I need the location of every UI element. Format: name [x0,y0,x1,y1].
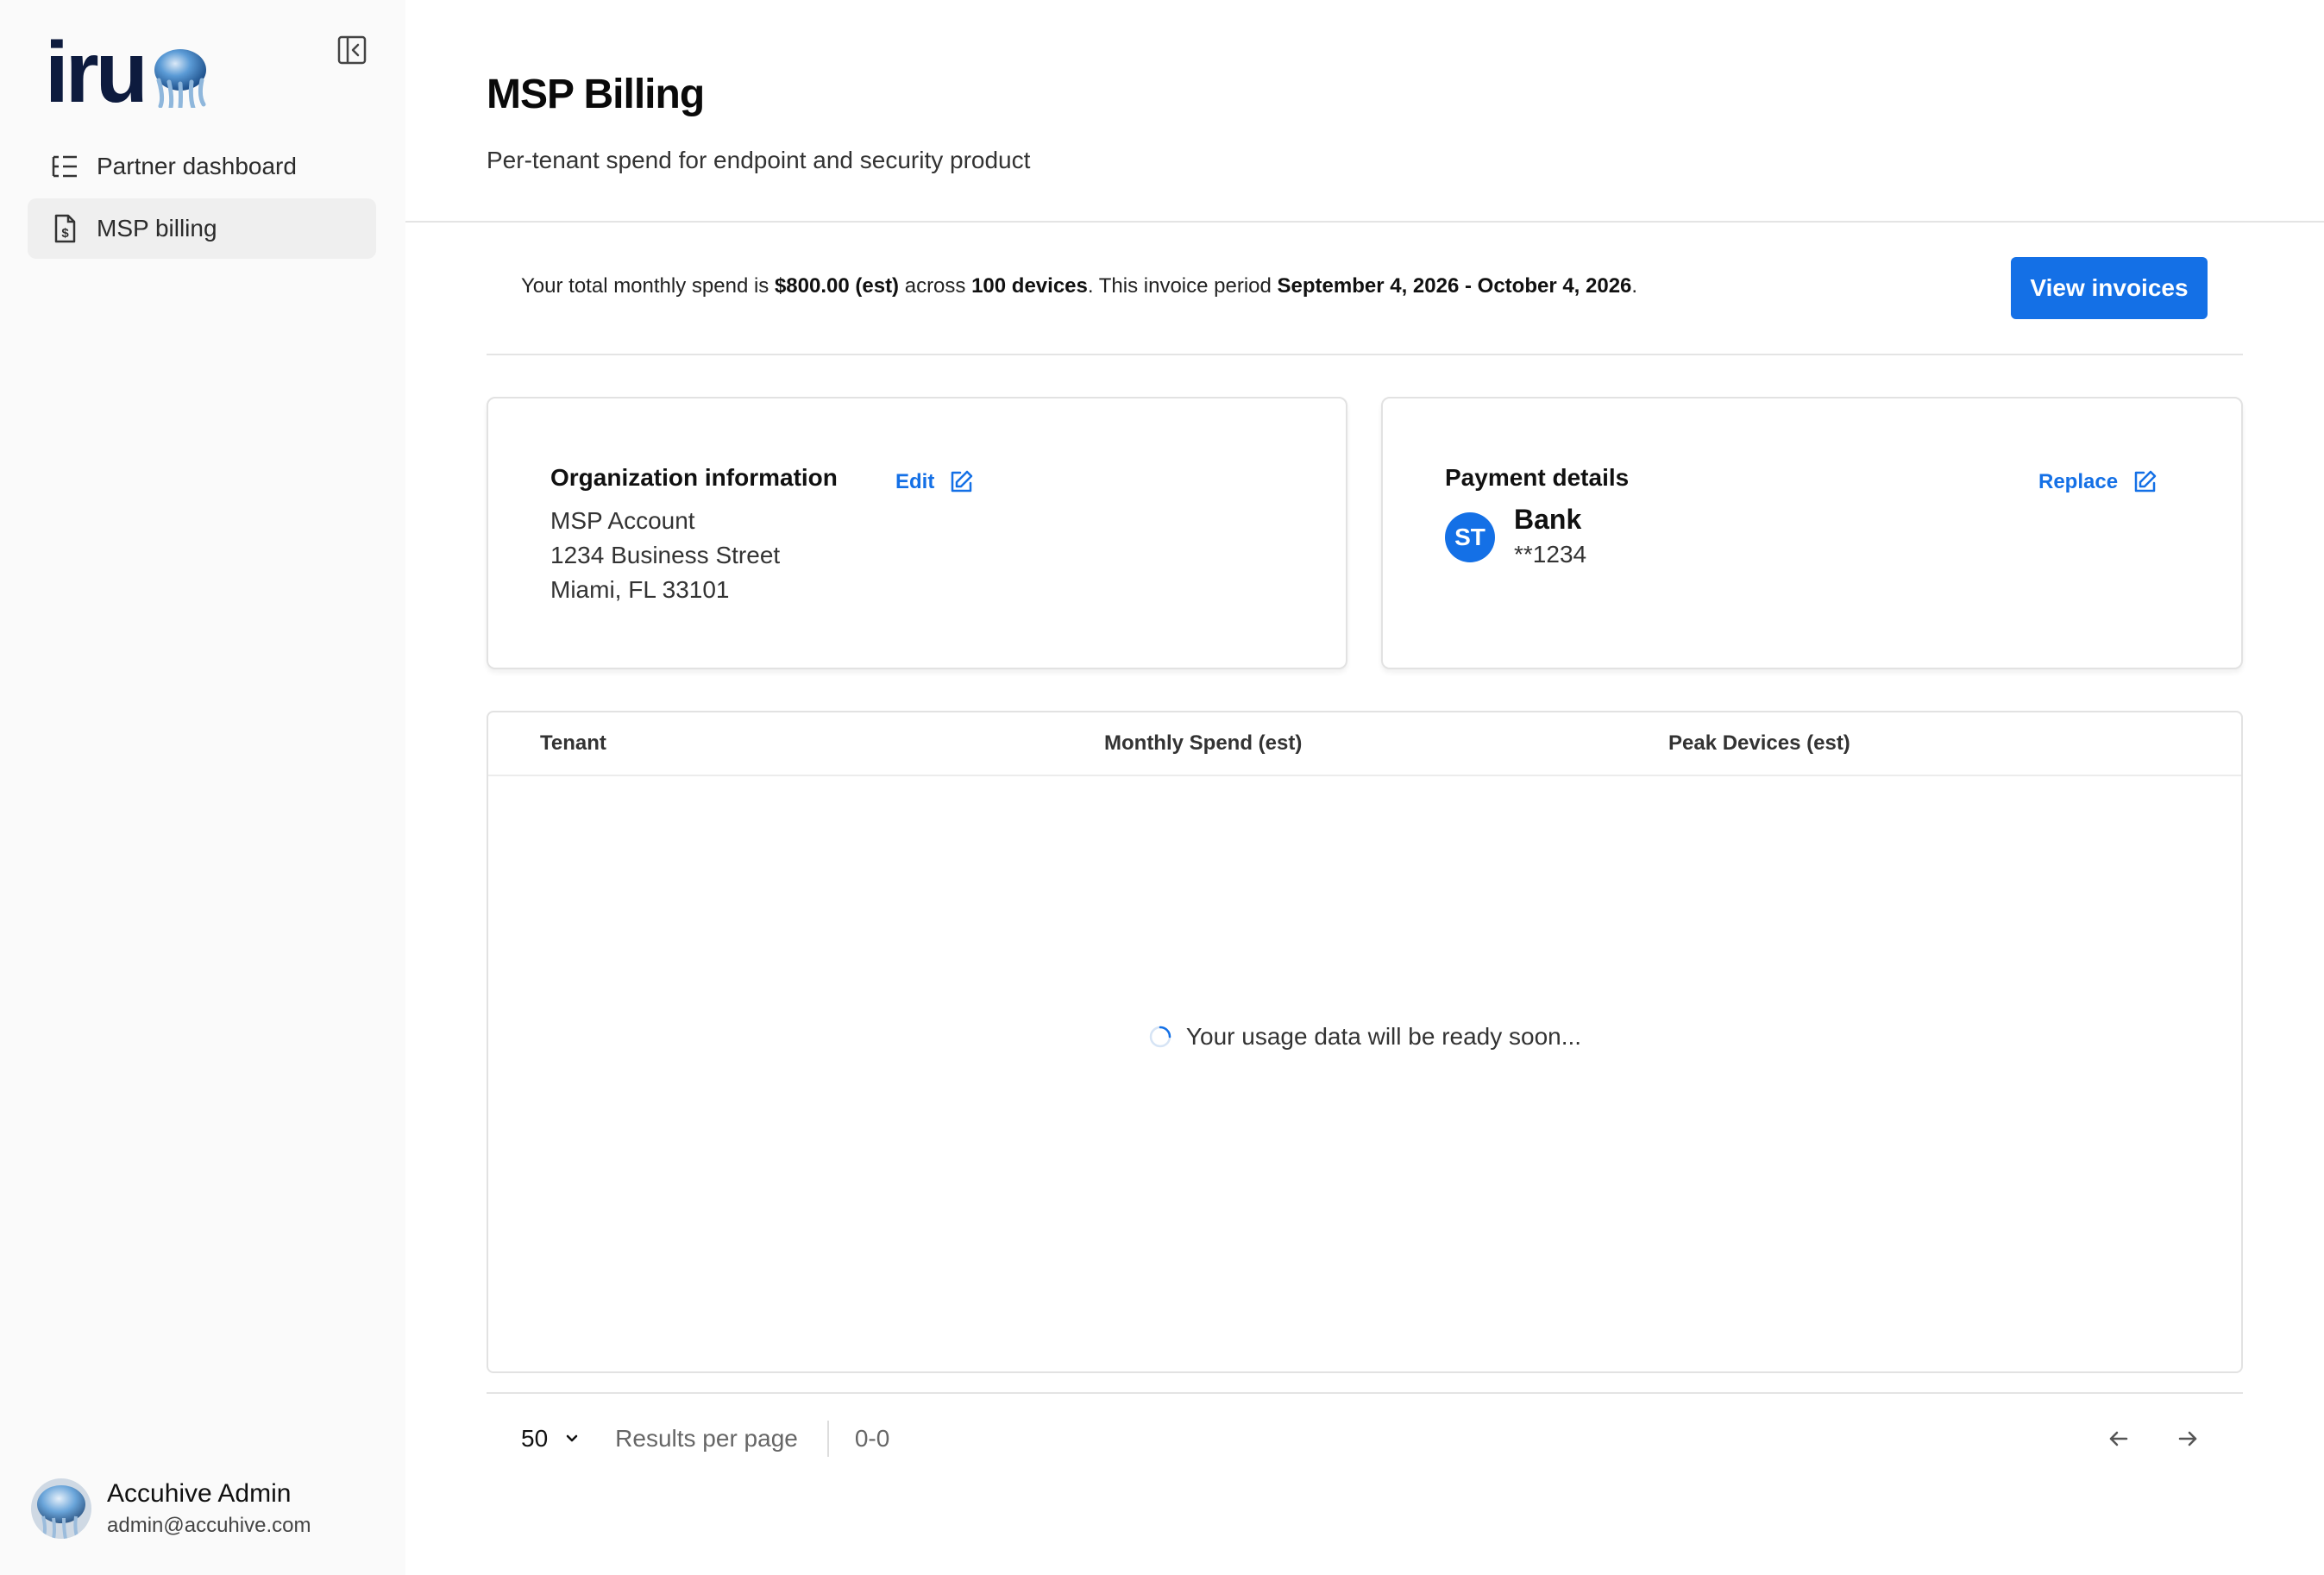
edit-label: Edit [895,470,935,493]
payment-card-title: Payment details [1445,464,1630,491]
sidebar-nav: Partner dashboard $ MSP billing [28,136,376,260]
iru-logo[interactable]: iru [45,29,209,116]
next-page-button[interactable] [2174,1425,2202,1453]
tenant-table: Tenant Monthly Spend (est) Peak Devices … [487,711,2243,1373]
sidebar-collapse-icon [337,35,367,65]
loading-state: Your usage data will be ready soon... [488,1023,2241,1051]
payment-card: Payment details Replace ST Bank **1234 [1381,397,2243,669]
per-page-label: Results per page [615,1425,798,1452]
column-header-monthly-spend[interactable]: Monthly Spend (est) [1104,731,1302,756]
column-header-tenant[interactable]: Tenant [540,731,606,756]
organization-address: MSP Account 1234 Business Street Miami, … [550,504,780,607]
summary-divider [487,354,2243,355]
svg-text:$: $ [61,226,69,241]
invoice-period: September 4, 2026 - October 4, 2026 [1277,274,1632,298]
user-name: Accuhive Admin [107,1479,292,1508]
edit-icon [2134,470,2157,493]
org-street: 1234 Business Street [550,542,781,568]
organization-card: Organization information Edit MSP Accoun… [487,397,1347,669]
spend-summary: Your total monthly spend is $800.00 (est… [521,274,1638,298]
avatar [31,1478,91,1539]
org-name: MSP Account [550,507,695,534]
edit-icon [952,470,973,493]
edit-organization-button[interactable]: Edit [895,469,974,495]
sidebar-item-msp-billing[interactable]: $ MSP billing [28,198,376,259]
page-title: MSP Billing [487,72,705,117]
replace-label: Replace [2038,470,2119,493]
user-profile[interactable]: Accuhive Admin admin@accuhive.com [31,1478,311,1539]
column-header-peak-devices[interactable]: Peak Devices (est) [1668,731,1850,756]
payment-method: ST Bank **1234 [1445,504,1586,568]
payment-method-name: Bank [1514,504,1582,535]
payment-badge: ST [1445,512,1495,562]
page-subtitle: Per-tenant spend for endpoint and securi… [487,147,1031,173]
jellyfish-orb-icon [154,49,206,108]
device-count: 100 devices [971,274,1088,298]
org-city: Miami, FL 33101 [550,576,730,603]
replace-payment-button[interactable]: Replace [2038,469,2158,495]
view-invoices-button[interactable]: View invoices [2011,257,2208,319]
pagination-arrows [2105,1425,2202,1453]
pagination-separator [826,1421,829,1457]
main-content: MSP Billing Per-tenant spend for endpoin… [405,0,2324,1575]
list-tree-icon [50,152,79,181]
payment-account-number: **1234 [1514,541,1587,568]
pagination: 50 Results per page 0-0 [521,1420,889,1458]
previous-page-button[interactable] [2105,1425,2132,1453]
logo-text: iru [45,24,148,121]
sidebar-item-label: Partner dashboard [97,153,297,179]
organization-card-title: Organization information [550,464,838,491]
loading-spinner-icon [1149,1026,1171,1048]
table-header: Tenant Monthly Spend (est) Peak Devices … [488,712,2241,776]
sidebar-item-label: MSP billing [97,215,217,242]
pagination-range: 0-0 [854,1425,890,1452]
loading-text: Your usage data will be ready soon... [1185,1023,1582,1050]
invoice-dollar-icon: $ [50,214,79,243]
spend-amount: $800.00 (est) [774,274,900,298]
chevron-down-icon[interactable] [563,1430,581,1447]
user-email: admin@accuhive.com [107,1514,311,1537]
arrow-left-icon [2109,1431,2128,1446]
arrow-right-icon [2178,1431,2197,1446]
sidebar: iru Partner dashboard $ MSP billing Accu… [0,0,405,1575]
sidebar-item-partner-dashboard[interactable]: Partner dashboard [28,136,376,197]
header-divider [405,221,2324,223]
pagination-divider [487,1392,2243,1394]
per-page-select[interactable]: 50 [521,1425,548,1453]
collapse-sidebar-button[interactable] [336,35,367,66]
